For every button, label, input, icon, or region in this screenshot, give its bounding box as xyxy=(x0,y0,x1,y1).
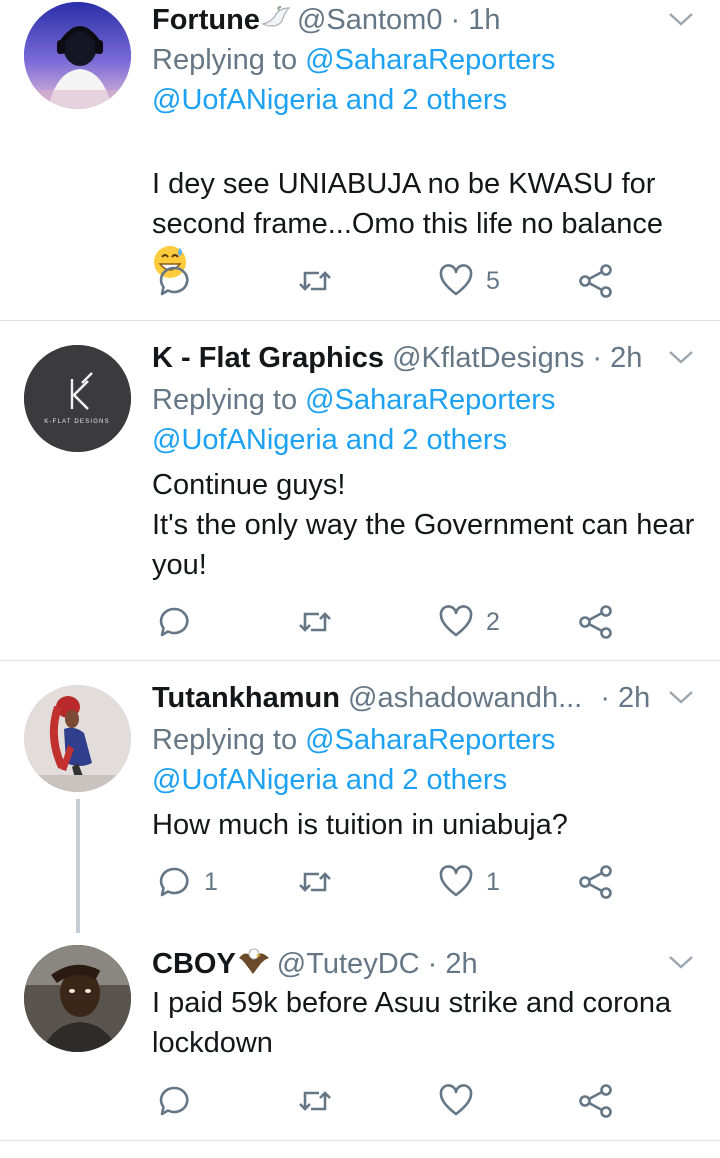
tweet-actions xyxy=(152,1081,622,1121)
reply-button[interactable] xyxy=(156,261,204,301)
user-handle[interactable]: @ashadowandh... xyxy=(348,682,582,714)
thread-connector xyxy=(76,799,80,933)
avatar[interactable] xyxy=(24,945,131,1052)
replying-user-link[interactable]: @SaharaReporters xyxy=(305,384,555,416)
avatar[interactable] xyxy=(24,2,131,109)
like-count: 1 xyxy=(486,867,500,896)
avatar[interactable]: K-FLAT DESIGNS xyxy=(24,345,131,452)
reply-button[interactable] xyxy=(156,1081,204,1121)
replying-label: Replying to xyxy=(152,44,298,76)
reply-button[interactable] xyxy=(156,602,204,642)
tweet-header: CBOY @TuteyDC · 2h xyxy=(152,944,698,984)
reply-icon xyxy=(159,266,189,296)
eagle-emoji-icon xyxy=(237,946,271,987)
chevron-down-icon[interactable] xyxy=(668,9,694,29)
tweet-text: Continue guys! It's the only way the Gov… xyxy=(152,469,695,581)
dove-emoji-icon xyxy=(261,3,291,43)
tweet-actions: 2 xyxy=(152,602,622,642)
heart-icon xyxy=(439,605,473,637)
tweet[interactable]: CBOY @TuteyDC · 2h I paid 59k before Asuu… xyxy=(0,933,720,1141)
heart-icon xyxy=(439,1084,473,1116)
avatar-image xyxy=(24,685,131,792)
tweet-header: K - Flat Graphics @KflatDesigns · 2h xyxy=(152,338,698,378)
share-button[interactable] xyxy=(578,602,614,642)
retweet-button[interactable] xyxy=(297,1081,345,1121)
separator-dot: · xyxy=(592,342,603,374)
user-handle[interactable]: @Santom0 xyxy=(297,4,443,36)
avatar-image xyxy=(24,2,131,109)
tweet-text: I paid 59k before Asuu strike and corona… xyxy=(152,987,672,1059)
replying-label: Replying to xyxy=(152,384,298,416)
share-icon xyxy=(579,605,612,639)
heart-icon xyxy=(439,264,473,296)
retweet-button[interactable] xyxy=(297,602,345,642)
like-count: 5 xyxy=(486,266,500,295)
like-count: 2 xyxy=(486,607,500,636)
chevron-down-icon[interactable] xyxy=(668,687,694,707)
avatar-logo-text: K-FLAT DESIGNS xyxy=(44,419,110,425)
avatar-image: K-FLAT DESIGNS xyxy=(24,345,131,452)
like-button[interactable] xyxy=(438,1081,486,1121)
share-button[interactable] xyxy=(578,261,614,301)
tweet-actions: 5 xyxy=(152,261,622,301)
reply-icon xyxy=(159,867,189,897)
separator-dot: · xyxy=(600,682,610,714)
like-button[interactable]: 1 xyxy=(438,862,500,902)
retweet-icon xyxy=(299,1091,331,1111)
share-button[interactable] xyxy=(578,862,614,902)
replying-to: Replying to @SaharaReporters xyxy=(152,720,555,760)
tweet[interactable]: Tutankhamun @ashadowandh... · 2h Replyin… xyxy=(0,661,720,933)
timestamp[interactable]: 2h xyxy=(610,342,642,374)
replying-others-link[interactable]: @UofANigeria and 2 others xyxy=(152,760,507,800)
tweet[interactable]: K-FLAT DESIGNS K - Flat Graphics @KflatD… xyxy=(0,321,720,661)
share-icon xyxy=(579,264,612,298)
timestamp[interactable]: 2h xyxy=(618,682,650,714)
replying-to: Replying to @SaharaReporters xyxy=(152,380,555,420)
like-button[interactable]: 2 xyxy=(438,602,500,642)
user-handle[interactable]: @TuteyDC xyxy=(277,948,420,980)
replying-others-link[interactable]: @UofANigeria and 2 others xyxy=(152,80,507,120)
retweet-button[interactable] xyxy=(297,261,345,301)
reply-icon xyxy=(159,1086,189,1116)
timestamp[interactable]: 1h xyxy=(468,4,500,36)
replying-label: Replying to xyxy=(152,724,298,756)
share-icon xyxy=(579,1084,612,1118)
separator-dot: · xyxy=(427,948,438,980)
tweet-actions: 1 1 xyxy=(152,862,622,902)
display-name[interactable]: K - Flat Graphics xyxy=(152,342,384,374)
heart-icon xyxy=(439,865,473,897)
separator-dot: · xyxy=(450,4,461,36)
tweet-text-content: I dey see UNIABUJA no be KWASU for secon… xyxy=(152,168,663,240)
retweet-icon xyxy=(299,612,331,632)
reply-count: 1 xyxy=(204,867,218,896)
share-button[interactable] xyxy=(578,1081,614,1121)
timestamp[interactable]: 2h xyxy=(445,948,477,980)
tweet-text: How much is tuition in uniabuja? xyxy=(152,809,568,841)
retweet-icon xyxy=(299,872,331,892)
avatar-image xyxy=(24,945,131,1052)
avatar[interactable] xyxy=(24,685,131,792)
chevron-down-icon[interactable] xyxy=(668,952,694,972)
tweet[interactable]: Fortune @Santom0 · 1h Replying to @Sahara… xyxy=(0,0,720,321)
retweet-icon xyxy=(299,271,331,291)
like-button[interactable]: 5 xyxy=(438,261,500,301)
user-handle[interactable]: @KflatDesigns xyxy=(392,342,584,374)
reply-icon xyxy=(159,607,189,637)
reply-button[interactable]: 1 xyxy=(156,862,218,902)
chevron-down-icon[interactable] xyxy=(668,347,694,367)
replying-to: Replying to @SaharaReporters xyxy=(152,40,555,80)
share-icon xyxy=(579,865,612,899)
display-name[interactable]: CBOY xyxy=(152,948,236,980)
tweet-header: Fortune @Santom0 · 1h xyxy=(152,0,698,40)
replying-user-link[interactable]: @SaharaReporters xyxy=(305,44,555,76)
display-name[interactable]: Fortune xyxy=(152,4,260,36)
replying-user-link[interactable]: @SaharaReporters xyxy=(305,724,555,756)
tweet-header: Tutankhamun @ashadowandh... · 2h xyxy=(152,678,698,718)
retweet-button[interactable] xyxy=(297,862,345,902)
replying-others-link[interactable]: @UofANigeria and 2 others xyxy=(152,420,507,460)
display-name[interactable]: Tutankhamun xyxy=(152,682,340,714)
